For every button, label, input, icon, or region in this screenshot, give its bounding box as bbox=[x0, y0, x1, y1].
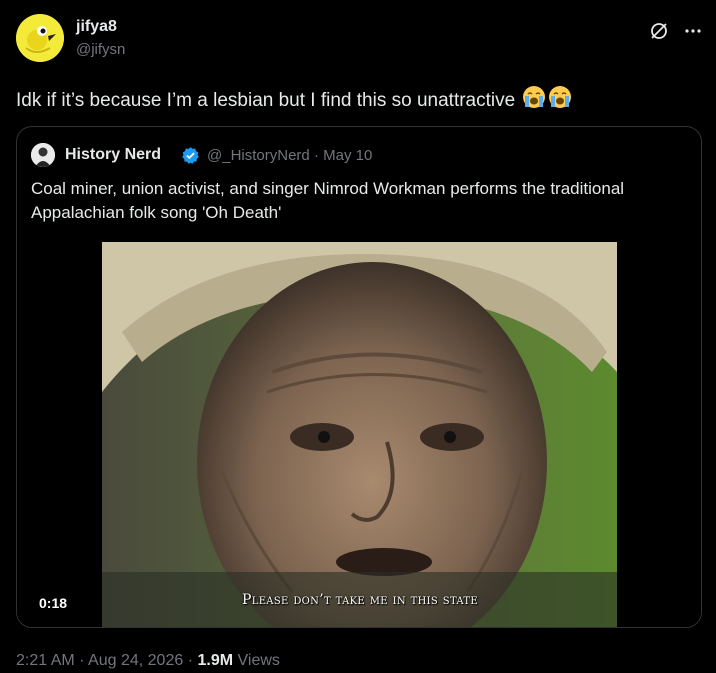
video-subtitle-layer: Please don’t take me in this state bbox=[102, 242, 617, 627]
post-time[interactable]: 2:21 AM bbox=[16, 652, 75, 669]
views-label: Views bbox=[237, 652, 280, 669]
crying-face-emoji-icon bbox=[548, 85, 572, 115]
footer-separator: · bbox=[79, 652, 85, 669]
portrait-avatar-icon bbox=[31, 143, 55, 167]
verified-badge-icon[interactable] bbox=[181, 146, 200, 165]
quoted-handle[interactable]: @_HistoryNerd bbox=[207, 147, 310, 164]
quoted-display-name[interactable]: History Nerd bbox=[65, 146, 161, 164]
post-text: Idk if it’s because I’m a lesbian but I … bbox=[16, 85, 572, 115]
post-date[interactable]: Aug 24, 2026 bbox=[88, 652, 183, 669]
quoted-date[interactable]: May 10 bbox=[323, 147, 372, 164]
footer-separator: · bbox=[187, 652, 194, 669]
post-text-content: Idk if it’s because I’m a lesbian but I … bbox=[16, 90, 516, 111]
quoted-meta: @_HistoryNerd · May 10 bbox=[207, 147, 372, 164]
author-handle[interactable]: @jifysn bbox=[76, 41, 125, 58]
post-footer: 2:21 AM · Aug 24, 2026 · 1.9M Views bbox=[16, 652, 280, 670]
grok-icon[interactable] bbox=[648, 20, 670, 42]
quoted-text: Coal miner, union activist, and singer N… bbox=[31, 179, 625, 222]
more-options-icon[interactable] bbox=[682, 20, 704, 42]
video-subtitle: Please don’t take me in this state bbox=[242, 592, 478, 608]
crying-face-emoji-icon bbox=[522, 85, 546, 115]
author-display-name[interactable]: jifya8 bbox=[76, 18, 117, 36]
bird-avatar-icon bbox=[16, 14, 64, 62]
quoted-avatar[interactable] bbox=[31, 143, 55, 167]
video-duration: 0:18 bbox=[33, 592, 74, 614]
quoted-post[interactable]: History Nerd @_HistoryNerd · May 10 Coal… bbox=[16, 126, 702, 628]
avatar[interactable] bbox=[16, 14, 64, 62]
views-count[interactable]: 1.9M bbox=[197, 652, 233, 669]
post-header: jifya8 @jifysn bbox=[16, 14, 704, 62]
video-player[interactable]: 0:18 Please don’t take me in this state bbox=[17, 242, 701, 627]
meta-separator: · bbox=[313, 147, 319, 164]
